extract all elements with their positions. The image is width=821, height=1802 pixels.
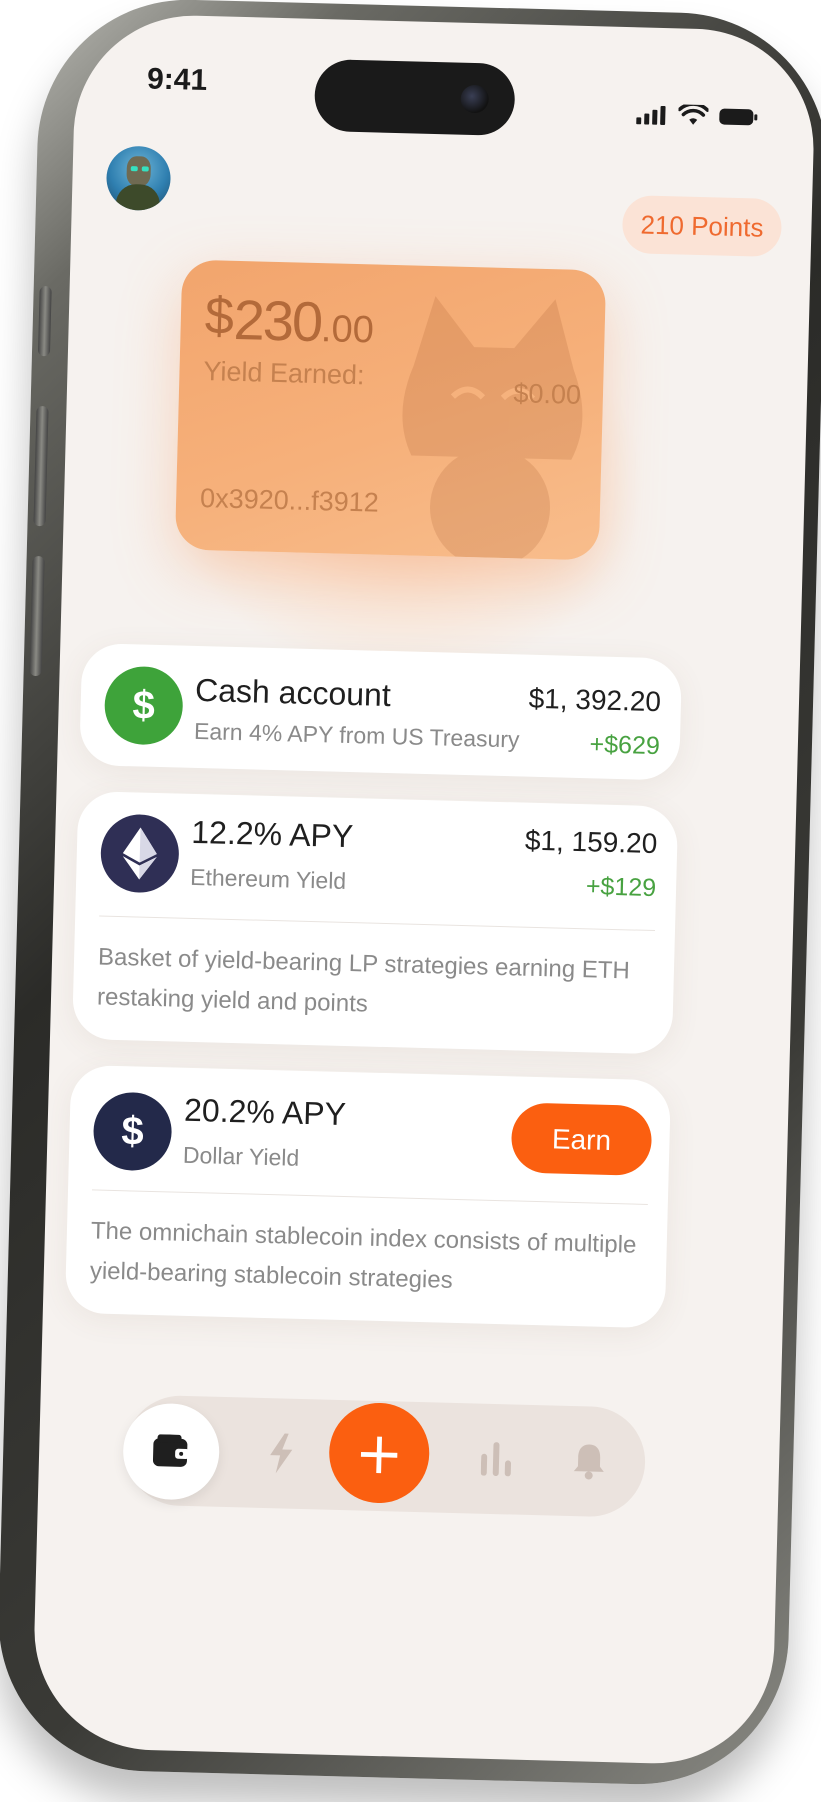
dollar-icon: $ xyxy=(103,665,184,746)
status-time: 9:41 xyxy=(146,62,208,98)
panel-divider xyxy=(99,915,656,932)
lucky-cat-watermark-icon xyxy=(402,296,583,561)
card-yield-label: Yield Earned: xyxy=(203,356,365,391)
avatar-eye-right xyxy=(141,166,149,172)
status-icons xyxy=(636,103,759,128)
account-description: Basket of yield-bearing LP strategies ea… xyxy=(96,943,631,1018)
bell-icon xyxy=(573,1444,604,1480)
camera-lens xyxy=(460,84,490,114)
account-amount: $1, 392.20 xyxy=(528,682,662,718)
signal-icon xyxy=(636,105,666,126)
tab-notifications[interactable] xyxy=(548,1420,630,1502)
account-title: 12.2% APY xyxy=(190,813,354,855)
ethereum-logo-icon xyxy=(122,827,157,880)
earn-button[interactable]: Earn xyxy=(510,1102,653,1177)
account-gain: +$129 xyxy=(585,872,657,903)
lightning-icon xyxy=(270,1433,293,1474)
avatar-eye-left xyxy=(130,166,138,172)
account-gain: +$629 xyxy=(589,730,661,761)
bar-chart-icon xyxy=(480,1442,512,1477)
card-yield-value: $0.00 xyxy=(513,378,582,410)
bottom-tab-bar: + xyxy=(121,1394,647,1518)
ethereum-yield-card[interactable]: 12.2% APY Ethereum Yield $1, 159.20 +$12… xyxy=(71,790,679,1055)
ethereum-icon xyxy=(99,813,180,894)
card-balance-dec: .00 xyxy=(320,308,375,352)
account-subtitle: Ethereum Yield xyxy=(189,863,347,894)
battery-icon xyxy=(719,108,758,126)
points-badge[interactable]: 210 Points xyxy=(621,194,783,258)
panel-divider xyxy=(92,1189,648,1205)
device-mockup: 9:41 210 Points $230.00 Yield Earned: $0… xyxy=(0,0,821,1802)
balance-card[interactable]: $230.00 Yield Earned: $0.00 0x3920...f39… xyxy=(174,259,607,561)
avatar[interactable] xyxy=(105,145,172,212)
wifi-icon xyxy=(678,104,709,125)
account-description: The omnichain stablecoin index consists … xyxy=(89,1217,637,1294)
account-subtitle: Earn 4% APY from US Treasury xyxy=(193,717,520,753)
app-screen: 9:41 210 Points $230.00 Yield Earned: $0… xyxy=(31,12,817,1767)
account-title: 20.2% APY xyxy=(183,1091,347,1133)
card-balance: $230.00 xyxy=(204,286,375,355)
add-button[interactable]: + xyxy=(327,1401,431,1505)
wallet-icon xyxy=(152,1434,190,1467)
action-button xyxy=(37,286,52,357)
dynamic-island xyxy=(313,58,516,137)
account-title: Cash account xyxy=(194,671,392,714)
volume-up-button xyxy=(33,405,49,527)
dollar-icon: $ xyxy=(92,1091,173,1172)
tab-activity[interactable] xyxy=(240,1412,322,1494)
tab-stats[interactable] xyxy=(456,1418,538,1500)
card-balance-int: 230 xyxy=(232,287,323,354)
cash-account-card[interactable]: $ Cash account Earn 4% APY from US Treas… xyxy=(79,642,683,781)
card-wallet-address: 0x3920...f3912 xyxy=(199,483,380,518)
account-amount: $1, 159.20 xyxy=(524,824,658,860)
avatar-body xyxy=(115,183,161,212)
tab-wallet[interactable] xyxy=(121,1402,221,1501)
volume-down-button xyxy=(29,555,45,677)
dollar-yield-card[interactable]: $ 20.2% APY Dollar Yield Earn The omnich… xyxy=(64,1064,672,1329)
card-currency-symbol: $ xyxy=(204,287,235,346)
account-subtitle: Dollar Yield xyxy=(182,1141,300,1171)
